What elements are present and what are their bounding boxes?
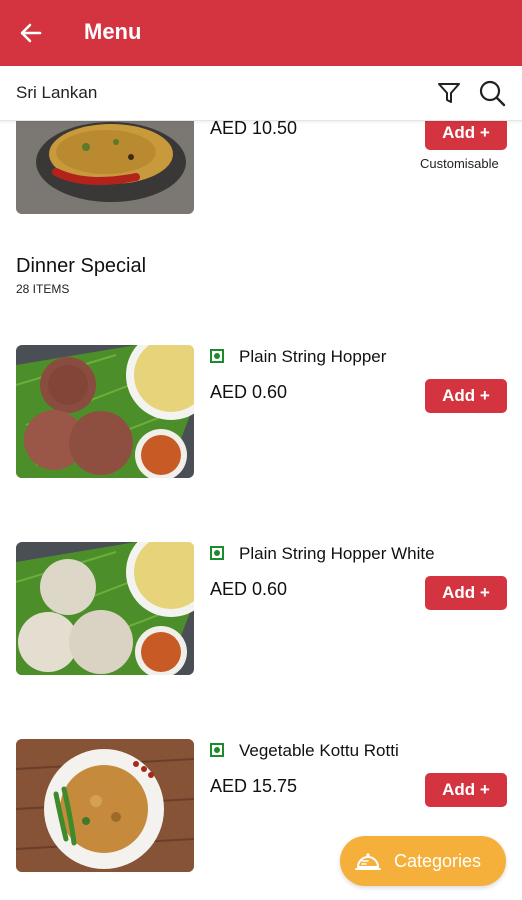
item-image-plain-string-hopper[interactable] [16, 345, 194, 478]
categories-button[interactable]: Categories [340, 836, 506, 886]
item-name: Plain String Hopper White [239, 544, 435, 563]
add-button-top[interactable]: Add + [425, 116, 507, 150]
section-item-count: 28 ITEMS [16, 282, 70, 296]
back-arrow-icon[interactable] [18, 20, 44, 46]
categories-label: Categories [394, 850, 482, 871]
veg-indicator-icon [210, 546, 224, 560]
food-tray-icon [354, 847, 382, 875]
item-name: Vegetable Kottu Rotti [239, 741, 399, 760]
section-title: Dinner Special [16, 255, 147, 277]
veg-indicator-icon [210, 743, 224, 757]
app-bar: Menu [0, 0, 522, 66]
customisable-label: Customisable [420, 156, 499, 171]
item-price: AED 0.60 [210, 382, 288, 402]
item-name: Plain String Hopper [239, 347, 387, 366]
item-price: AED 15.75 [210, 776, 298, 796]
veg-indicator-icon [210, 349, 224, 363]
cuisine-label: Sri Lankan [16, 83, 98, 102]
add-button[interactable]: Add + [425, 773, 507, 807]
add-button[interactable]: Add + [425, 379, 507, 413]
page-title: Menu [84, 19, 142, 44]
item-image-vegetable-kottu-rotti[interactable] [16, 739, 194, 872]
menu-content: AED 10.50 Add + Customisable Dinner Spec… [0, 0, 522, 900]
cuisine-bar: Sri Lankan [0, 66, 522, 121]
add-button[interactable]: Add + [425, 576, 507, 610]
item-price-top: AED 10.50 [210, 118, 298, 138]
filter-icon[interactable] [436, 80, 462, 106]
item-image-plain-string-hopper-white[interactable] [16, 542, 194, 675]
search-icon[interactable] [478, 79, 506, 107]
item-price: AED 0.60 [210, 579, 288, 599]
